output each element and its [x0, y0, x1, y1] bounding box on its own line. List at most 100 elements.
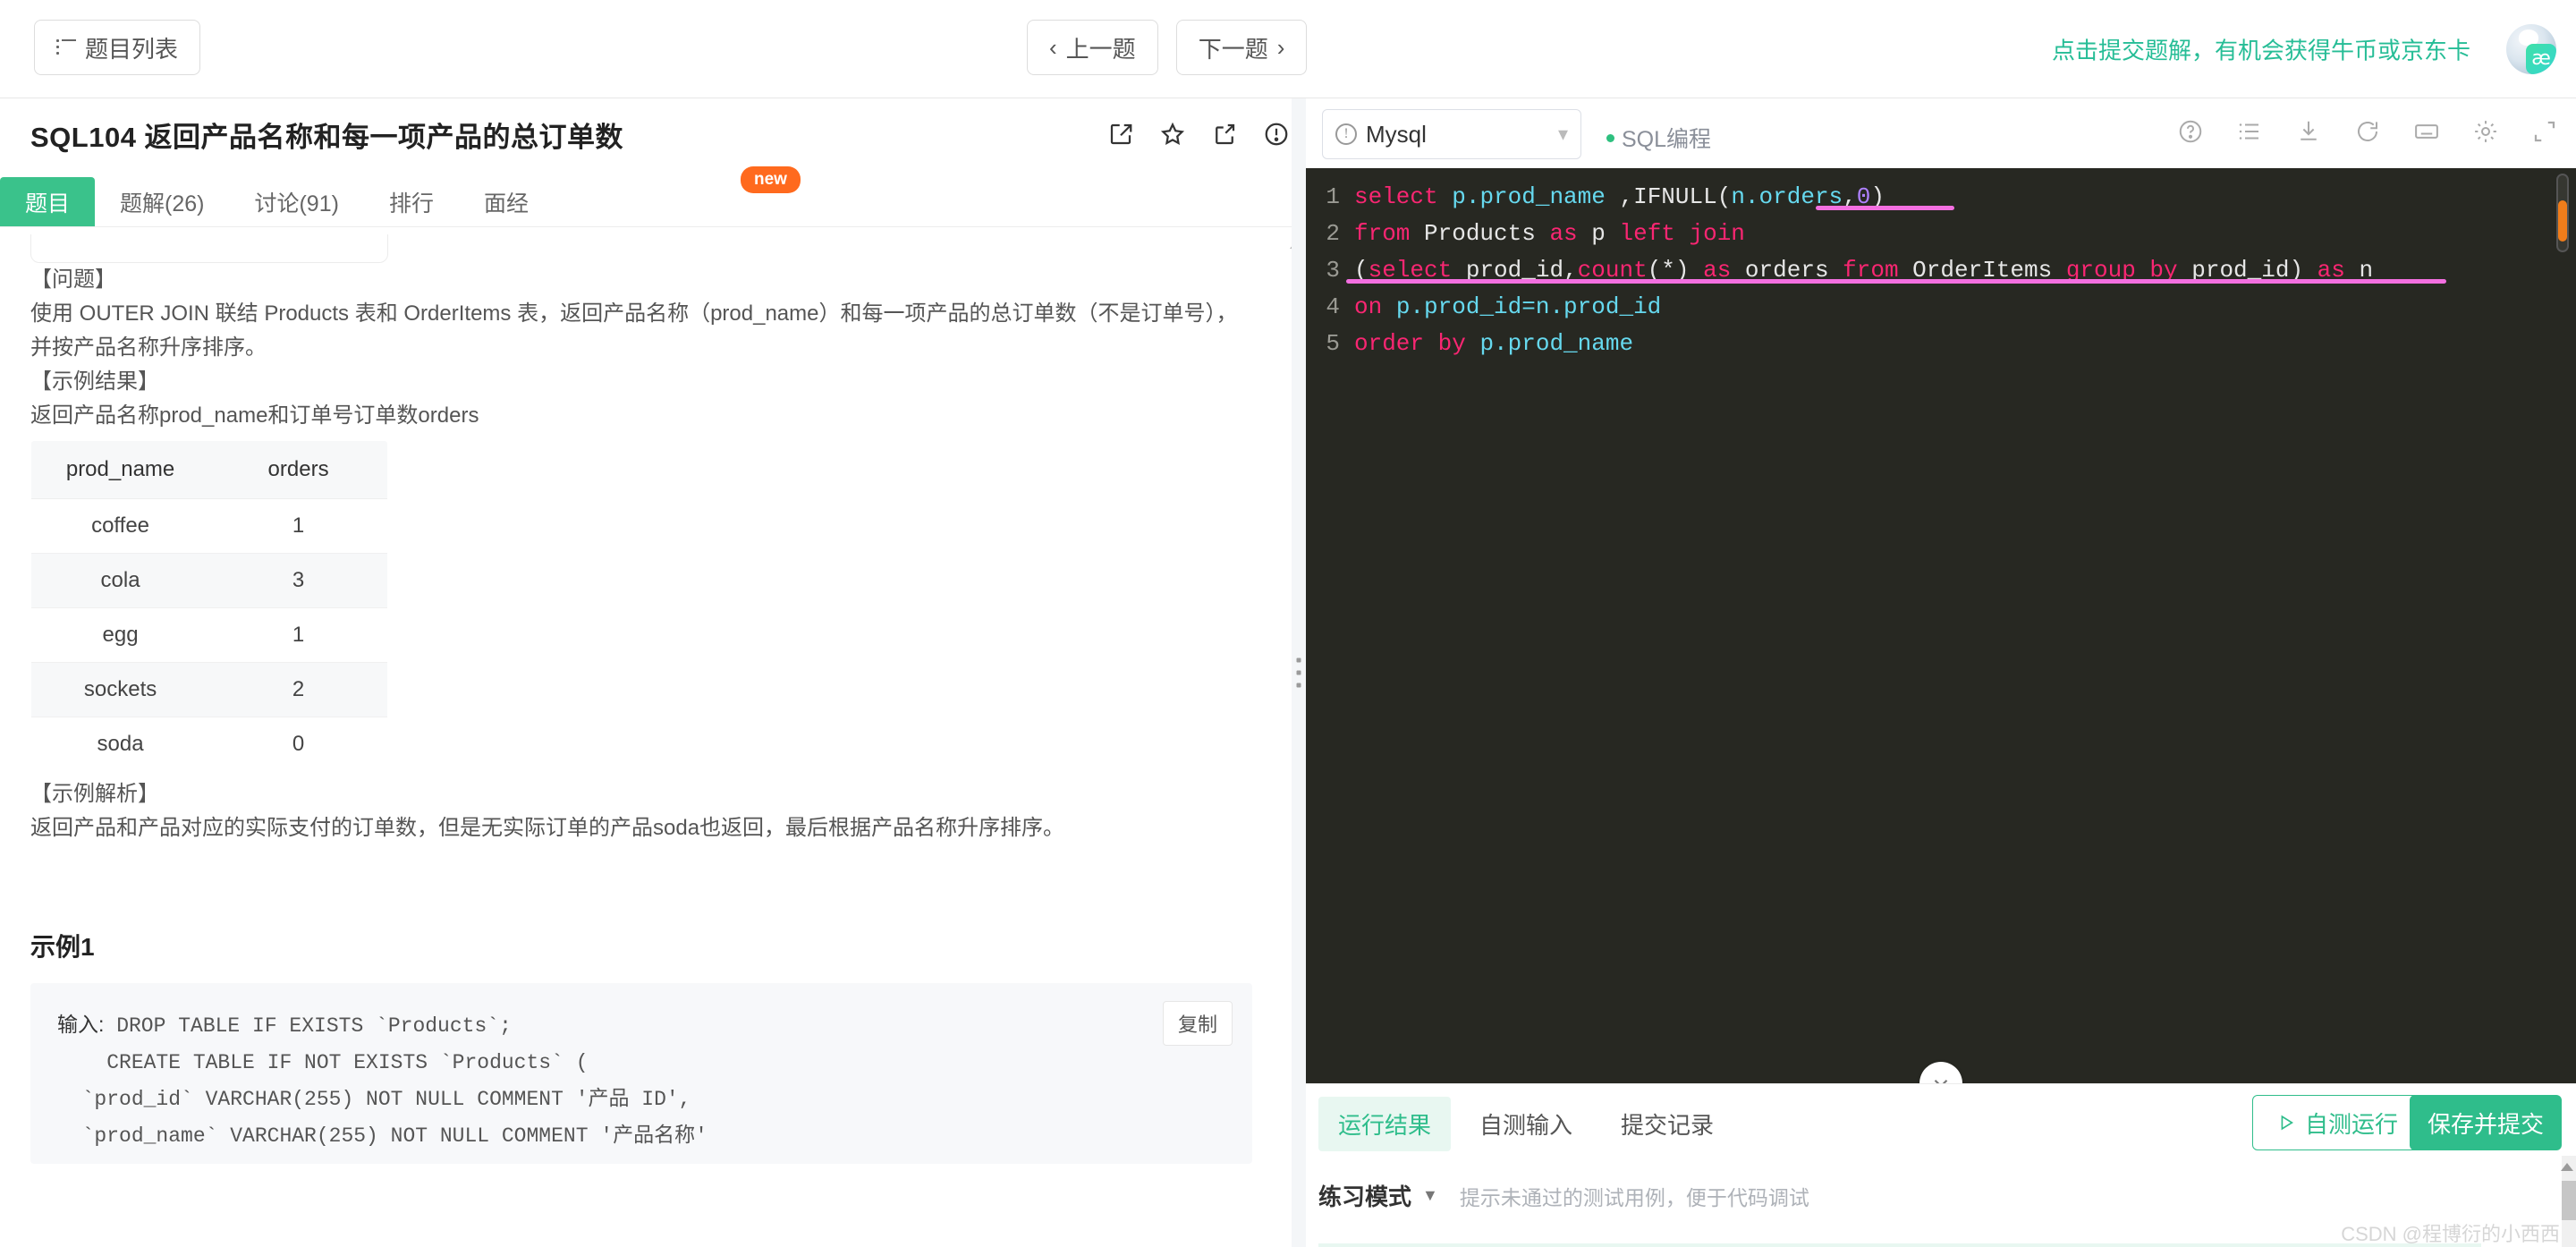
analysis-text: 返回产品和产品对应的实际支付的订单数，但是无实际订单的产品soda也返回，最后根… [30, 816, 1065, 840]
share-external-icon[interactable] [1211, 121, 1238, 148]
token-identifier: p.prod_id=n.prod_id [1395, 293, 1662, 320]
cell-prod-name: cola [31, 553, 210, 608]
editor-mode-label: SQL编程 [1606, 122, 1711, 154]
self-test-run-button[interactable]: 自测运行 [2251, 1095, 2422, 1150]
line-number: 5 [1326, 330, 1340, 357]
result-placeholder-bar [1318, 1243, 2481, 1247]
line-content: from Products as p left join [1354, 216, 1745, 252]
practice-mode-row: 练习模式 ▼ 提示未通过的测试用例，便于代码调试 [1318, 1179, 1809, 1212]
play-icon [2281, 1115, 2293, 1131]
download-icon[interactable] [2295, 118, 2322, 145]
result-tabs: 运行结果 自测输入 提交记录 [1318, 1097, 1733, 1151]
code-underline-marker [1346, 279, 2446, 284]
edit-note-icon[interactable] [1107, 121, 1134, 148]
token-function: IFNULL [1633, 183, 1717, 210]
caret-down-icon[interactable]: ▼ [1422, 1186, 1438, 1205]
line-number: 2 [1326, 220, 1340, 247]
sql-code-editor[interactable]: 1 select p.prod_name ,IFNULL(n.orders,0)… [1306, 168, 2576, 1083]
settings-gear-icon[interactable] [2472, 118, 2499, 145]
token-identifier: p.prod_name [1479, 330, 1634, 357]
language-select[interactable]: ! Mysql ▾ [1322, 109, 1581, 159]
editor-collapse-handle[interactable] [1919, 1062, 1962, 1083]
top-navigation-bar: 题目列表 ‹ 上一题 下一题 › 点击提交题解，有机会获得牛币或京东卡 æ [0, 0, 2576, 98]
tab-run-result[interactable]: 运行结果 [1318, 1097, 1452, 1151]
line-content: select p.prod_name ,IFNULL(n.orders,0) [1354, 179, 1885, 216]
token-identifier: p.prod_name [1452, 183, 1606, 210]
token-keyword: from [1354, 220, 1411, 247]
expected-result-table: prod_name orders coffee 1 cola 3 egg 1 s… [30, 440, 388, 772]
result-heading: 【示例结果】 [30, 369, 159, 394]
result-scrollbar-thumb[interactable] [2562, 1181, 2576, 1220]
table-row: egg 1 [31, 607, 387, 663]
token-plain: ( [1716, 183, 1732, 210]
help-icon[interactable] [2177, 118, 2204, 145]
editor-mode-text: SQL编程 [1622, 127, 1712, 152]
token-plain: , [1605, 183, 1634, 210]
tab-ranking[interactable]: 排行 [364, 177, 459, 226]
avatar[interactable]: æ [2506, 23, 2556, 74]
splitter-grip-icon [1296, 650, 1301, 696]
fullscreen-icon[interactable] [2531, 118, 2558, 145]
tab-submission-history[interactable]: 提交记录 [1601, 1097, 1733, 1151]
cell-orders: 1 [209, 607, 387, 663]
sample-input-label: 输入: [57, 1013, 105, 1036]
question-text: 使用 OUTER JOIN 联结 Products 表和 OrderItems … [30, 301, 1238, 360]
problem-tabs: 题目 题解(26) 讨论(91) 排行 面经 [0, 177, 1306, 227]
truncated-table-row: soda 0 [30, 234, 388, 263]
info-circle-icon: ! [1335, 123, 1357, 145]
mode-status-dot-icon [1606, 133, 1614, 142]
token-keyword: order by [1354, 330, 1466, 357]
next-problem-label: 下一题 [1198, 35, 1268, 63]
token-keyword: on [1354, 293, 1383, 320]
tab-solutions[interactable]: 题解(26) [95, 177, 229, 226]
table-row: soda 0 [31, 717, 387, 771]
chevron-left-icon: ‹ [1049, 33, 1057, 61]
editor-toolbar: ! Mysql ▾ SQL编程 [1306, 98, 2576, 168]
panel-splitter[interactable] [1292, 98, 1306, 1247]
code-underline-marker [1816, 206, 1954, 210]
list-icon [56, 39, 76, 55]
cell-prod-name: soda [31, 717, 210, 771]
practice-mode-hint: 提示未通过的测试用例，便于代码调试 [1459, 1185, 1809, 1209]
practice-mode-selector[interactable]: 练习模式 [1318, 1179, 1411, 1212]
new-badge: new [741, 166, 801, 193]
tab-problem[interactable]: 题目 [0, 177, 96, 226]
promo-banner-link[interactable]: 点击提交题解，有机会获得牛币或京东卡 [2052, 32, 2470, 65]
truncated-cell-name: soda [31, 234, 209, 238]
tab-discussion[interactable]: 讨论(91) [229, 177, 363, 226]
cell-prod-name: sockets [31, 662, 210, 717]
token-identifier: Products [1410, 220, 1550, 247]
report-info-icon[interactable] [1263, 121, 1290, 148]
chevron-down-icon [1934, 1079, 1948, 1083]
save-and-submit-button[interactable]: 保存并提交 [2409, 1095, 2562, 1150]
line-number: 4 [1326, 293, 1340, 320]
problem-list-label: 题目列表 [85, 35, 179, 63]
keyboard-icon[interactable] [2413, 118, 2440, 145]
result-scroll-up-arrow-icon[interactable] [2561, 1163, 2573, 1171]
list-icon[interactable] [2236, 118, 2263, 145]
problem-list-button[interactable]: 题目列表 [34, 20, 201, 75]
prev-problem-button[interactable]: ‹ 上一题 [1027, 20, 1158, 75]
code-line: 5 order by p.prod_name [1306, 326, 2576, 362]
chevron-right-icon: › [1276, 33, 1285, 61]
star-icon[interactable] [1159, 121, 1186, 148]
token-identifier: p [1577, 220, 1620, 247]
line-content: on p.prod_id=n.prod_id [1354, 289, 1661, 326]
editor-scrollbar-thumb[interactable] [2558, 200, 2567, 242]
tab-self-test-input[interactable]: 自测输入 [1460, 1097, 1592, 1151]
result-text: 返回产品名称prod_name和订单号订单数orders [30, 403, 479, 428]
code-editor-panel: ! Mysql ▾ SQL编程 1 select p.prod_name ,IF… [1306, 98, 2576, 1247]
self-test-run-label: 自测运行 [2304, 1110, 2398, 1138]
table-row: cola 3 [31, 553, 387, 608]
copy-button[interactable]: 复制 [1162, 1001, 1233, 1046]
sample-input-codeblock: 复制 输入: DROP TABLE IF EXISTS `Products`; … [30, 983, 1252, 1164]
column-header-orders: orders [209, 441, 387, 499]
token-keyword: left join [1619, 220, 1745, 247]
next-problem-button[interactable]: 下一题 › [1175, 20, 1308, 75]
tab-interview[interactable]: 面经 [459, 177, 554, 226]
reset-icon[interactable] [2354, 118, 2381, 145]
code-line: 2 from Products as p left join [1306, 216, 2576, 252]
